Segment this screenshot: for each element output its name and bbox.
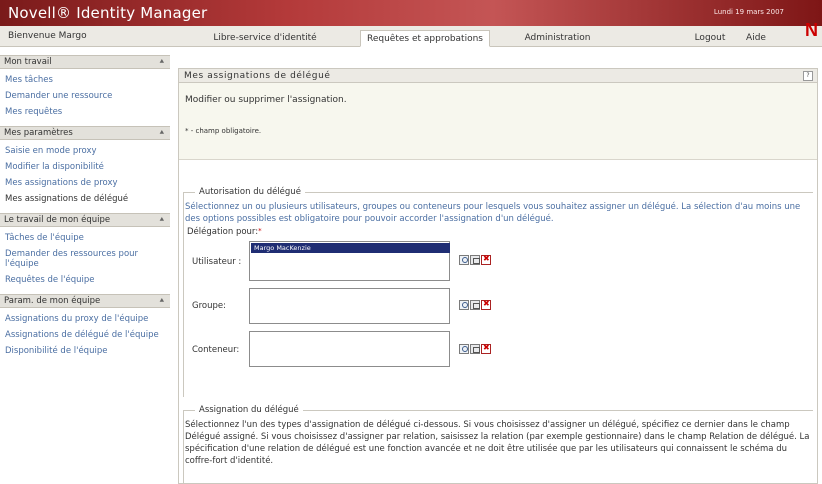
section-param-equipe[interactable]: Param. de mon équipe ⯅ xyxy=(0,294,170,308)
panel-titlebar: Mes assignations de délégué ? xyxy=(179,69,817,83)
section-title: Mon travail xyxy=(4,57,52,67)
container-select-list[interactable] xyxy=(249,331,450,367)
autorisation-fieldset: Autorisation du délégué Sélectionnez un … xyxy=(183,187,813,397)
collapse-icon[interactable]: ⯅ xyxy=(159,214,165,226)
sidebar-item-modifier-disponibilite[interactable]: Modifier la disponibilité xyxy=(5,159,170,175)
tab-libre-service[interactable]: Libre-service d'identité xyxy=(205,30,325,47)
info-box: Modifier ou supprimer l'assignation. * -… xyxy=(179,83,817,160)
user-label: Utilisateur : xyxy=(192,257,242,267)
sidebar: Mon travail ⯅ Mes tâches Demander une re… xyxy=(0,55,170,365)
clear-icon[interactable] xyxy=(481,343,491,354)
sidebar-item-assignations-delegue-equipe[interactable]: Assignations de délégué de l'équipe xyxy=(5,327,170,343)
help-link[interactable]: Aide xyxy=(743,30,769,47)
sidebar-item-demander-ressources-equipe[interactable]: Demander des ressources pour l'équipe xyxy=(5,246,170,272)
section-travail-equipe[interactable]: Le travail de mon équipe ⯅ xyxy=(0,213,170,227)
collapse-icon[interactable]: ⯅ xyxy=(159,56,165,68)
novell-logo: N xyxy=(805,20,818,40)
top-nav: Bienvenue Margo Libre-service d'identité… xyxy=(0,26,822,47)
sidebar-item-taches-equipe[interactable]: Tâches de l'équipe xyxy=(5,230,170,246)
required-note: * - champ obligatoire. xyxy=(185,127,262,135)
container-actions xyxy=(459,343,492,354)
help-icon[interactable]: ? xyxy=(803,71,813,81)
container-label: Conteneur: xyxy=(192,345,240,355)
history-icon[interactable] xyxy=(470,300,480,310)
user-actions xyxy=(459,254,492,265)
collapse-icon[interactable]: ⯅ xyxy=(159,295,165,307)
current-date: Lundi 19 mars 2007 xyxy=(713,8,784,16)
sidebar-item-mes-taches[interactable]: Mes tâches xyxy=(5,72,170,88)
assignation-legend: Assignation du délégué xyxy=(195,405,303,415)
sidebar-item-assignations-proxy[interactable]: Mes assignations de proxy xyxy=(5,175,170,191)
sidebar-item-saisie-proxy[interactable]: Saisie en mode proxy xyxy=(5,143,170,159)
delegation-label: Délégation pour:* xyxy=(187,227,262,237)
history-icon[interactable] xyxy=(470,255,480,265)
autorisation-instructions: Sélectionnez un ou plusieurs utilisateur… xyxy=(185,202,801,224)
app-title: Novell® Identity Manager xyxy=(8,4,208,22)
logout-link[interactable]: Logout xyxy=(692,30,728,47)
group-label: Groupe: xyxy=(192,301,226,311)
tab-requetes-approbations[interactable]: Requêtes et approbations xyxy=(360,30,490,47)
assignation-instructions: Sélectionnez l'un des types d'assignatio… xyxy=(185,420,810,466)
sidebar-item-demander-ressource[interactable]: Demander une ressource xyxy=(5,88,170,104)
user-select-list[interactable]: Margo MacKenzie xyxy=(249,241,450,281)
section-mes-parametres[interactable]: Mes paramètres ⯅ xyxy=(0,126,170,140)
group-actions xyxy=(459,299,492,310)
page-description: Modifier ou supprimer l'assignation. xyxy=(185,95,347,105)
sidebar-item-assignations-proxy-equipe[interactable]: Assignations du proxy de l'équipe xyxy=(5,311,170,327)
lookup-icon[interactable] xyxy=(459,255,469,265)
lookup-icon[interactable] xyxy=(459,300,469,310)
history-icon[interactable] xyxy=(470,344,480,354)
section-title: Le travail de mon équipe xyxy=(4,215,111,225)
sidebar-item-disponibilite-equipe[interactable]: Disponibilité de l'équipe xyxy=(5,343,170,359)
section-mon-travail[interactable]: Mon travail ⯅ xyxy=(0,55,170,69)
main-panel: Mes assignations de délégué ? Modifier o… xyxy=(178,68,818,484)
collapse-icon[interactable]: ⯅ xyxy=(159,127,165,139)
selected-user[interactable]: Margo MacKenzie xyxy=(251,243,450,253)
clear-icon[interactable] xyxy=(481,254,491,265)
assignation-fieldset: Assignation du délégué Sélectionnez l'un… xyxy=(183,405,813,484)
sidebar-item-requetes-equipe[interactable]: Requêtes de l'équipe xyxy=(5,272,170,288)
sidebar-item-mes-requetes[interactable]: Mes requêtes xyxy=(5,104,170,120)
lookup-icon[interactable] xyxy=(459,344,469,354)
section-title: Mes paramètres xyxy=(4,128,73,138)
page-title: Mes assignations de délégué xyxy=(184,71,331,81)
welcome-text: Bienvenue Margo xyxy=(8,31,87,41)
autorisation-legend: Autorisation du délégué xyxy=(195,187,305,197)
header-banner: Novell® Identity Manager Lundi 19 mars 2… xyxy=(0,0,822,26)
tab-administration[interactable]: Administration xyxy=(515,30,600,47)
sidebar-item-assignations-delegue[interactable]: Mes assignations de délégué xyxy=(5,191,170,207)
group-select-list[interactable] xyxy=(249,288,450,324)
section-title: Param. de mon équipe xyxy=(4,296,101,306)
clear-icon[interactable] xyxy=(481,299,491,310)
